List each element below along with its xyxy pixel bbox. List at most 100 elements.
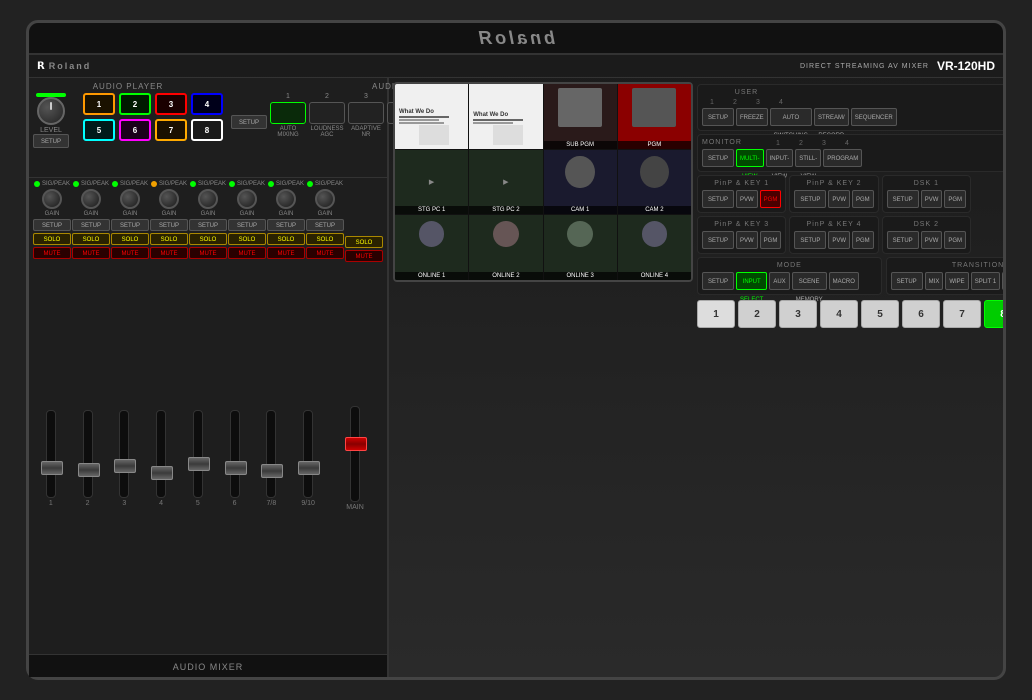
setup-btn-910[interactable]: SETUP — [306, 219, 344, 231]
fader-handle-5[interactable] — [188, 457, 210, 471]
solo-btn-2[interactable]: SOLO — [72, 233, 110, 245]
mode-aux-btn[interactable]: AUX — [769, 272, 789, 290]
pinp2-pgm-btn[interactable]: PGM — [852, 190, 874, 208]
pad-4[interactable]: 4 — [191, 93, 223, 115]
vs-btn-5[interactable]: 5 — [861, 300, 899, 328]
user-setup-btn[interactable]: SETUP — [702, 108, 734, 126]
monitor-multiview-btn[interactable]: MULTI-VIEW — [736, 149, 764, 167]
pinp1-pgm-btn[interactable]: PGM — [760, 190, 782, 208]
transition-split1-btn[interactable]: SPLIT 1 — [971, 272, 1001, 290]
transition-split2-btn[interactable]: SPLIT 2 — [1002, 272, 1003, 290]
pinp4-setup-btn[interactable]: SETUP — [794, 231, 826, 249]
pad-6[interactable]: 6 — [119, 119, 151, 141]
dsk1-setup-btn[interactable]: SETUP — [887, 190, 919, 208]
monitor-stillview-btn[interactable]: STILL-VIEW — [795, 149, 821, 167]
monitor-setup-btn[interactable]: SETUP — [702, 149, 734, 167]
solo-btn-6[interactable]: SOLO — [228, 233, 266, 245]
pinp2-pvw-btn[interactable]: PVW — [828, 190, 850, 208]
pad-1[interactable]: 1 — [83, 93, 115, 115]
vs-btn-1[interactable]: 1 — [697, 300, 735, 328]
fader-handle-6[interactable] — [225, 461, 247, 475]
dsk2-setup-btn[interactable]: SETUP — [887, 231, 919, 249]
user-sequencer-btn[interactable]: SEQUENCER — [851, 108, 897, 126]
fader-handle-main[interactable] — [345, 437, 367, 451]
player-setup-btn[interactable]: SETUP — [33, 134, 69, 148]
gain-knob-3[interactable] — [120, 189, 140, 209]
user-auto-switching-btn[interactable]: AUTOSWITCHING — [770, 108, 812, 126]
gain-knob-5[interactable] — [198, 189, 218, 209]
gain-knob-4[interactable] — [159, 189, 179, 209]
mode-macro-btn[interactable]: MACRO — [829, 272, 859, 290]
gain-knob-78[interactable] — [276, 189, 296, 209]
dsk1-pvw-btn[interactable]: PVW — [921, 190, 943, 208]
gain-knob-2[interactable] — [81, 189, 101, 209]
pad-7[interactable]: 7 — [155, 119, 187, 141]
user-freeze-btn[interactable]: FREEZE — [736, 108, 768, 126]
level-knob[interactable] — [37, 97, 65, 125]
setup-btn-78[interactable]: SETUP — [267, 219, 305, 231]
gain-knob-6[interactable] — [237, 189, 257, 209]
pinp1-pvw-btn[interactable]: PVW — [736, 190, 758, 208]
pad-2[interactable]: 2 — [119, 93, 151, 115]
monitor-program-btn[interactable]: PROGRAM — [823, 149, 862, 167]
vs-btn-7[interactable]: 7 — [943, 300, 981, 328]
transition-wipe-btn[interactable]: WIPE — [945, 272, 968, 290]
setup-btn-3[interactable]: SETUP — [111, 219, 149, 231]
vs-btn-3[interactable]: 3 — [779, 300, 817, 328]
fader-handle-2[interactable] — [78, 463, 100, 477]
setup-btn-1[interactable]: SETUP — [33, 219, 71, 231]
mute-btn-main[interactable]: MUTE — [345, 250, 383, 262]
solo-btn-5[interactable]: SOLO — [189, 233, 227, 245]
solo-btn-3[interactable]: SOLO — [111, 233, 149, 245]
setup-btn-6[interactable]: SETUP — [228, 219, 266, 231]
fader-handle-78[interactable] — [261, 464, 283, 478]
mute-btn-3[interactable]: MUTE — [111, 247, 149, 259]
mute-btn-2[interactable]: MUTE — [72, 247, 110, 259]
gain-knob-1[interactable] — [42, 189, 62, 209]
pad-5[interactable]: 5 — [83, 119, 115, 141]
mode-setup-btn[interactable]: SETUP — [702, 272, 734, 290]
monitor-inputview-btn[interactable]: INPUT-VIEW — [766, 149, 794, 167]
mode-input-select-btn[interactable]: INPUTSELECT — [736, 272, 767, 290]
user-stream-record-btn[interactable]: STREAM/RECORD — [814, 108, 849, 126]
mute-btn-5[interactable]: MUTE — [189, 247, 227, 259]
pinp1-setup-btn[interactable]: SETUP — [702, 190, 734, 208]
solo-btn-4[interactable]: SOLO — [150, 233, 188, 245]
mute-btn-1[interactable]: MUTE — [33, 247, 71, 259]
pad-3[interactable]: 3 — [155, 93, 187, 115]
dsk2-pgm-btn[interactable]: PGM — [944, 231, 966, 249]
fader-handle-3[interactable] — [114, 459, 136, 473]
pad-8[interactable]: 8 — [191, 119, 223, 141]
vs-btn-8[interactable]: 8 — [984, 300, 1003, 328]
effect-setup-btn[interactable]: SETUP — [231, 115, 267, 129]
pinp4-pvw-btn[interactable]: PVW — [828, 231, 850, 249]
fader-handle-910[interactable] — [298, 461, 320, 475]
vs-btn-6[interactable]: 6 — [902, 300, 940, 328]
mute-btn-6[interactable]: MUTE — [228, 247, 266, 259]
dsk1-pgm-btn[interactable]: PGM — [944, 190, 966, 208]
pinp2-setup-btn[interactable]: SETUP — [794, 190, 826, 208]
solo-btn-1[interactable]: SOLO — [33, 233, 71, 245]
pinp4-pgm-btn[interactable]: PGM — [852, 231, 874, 249]
pinp3-pgm-btn[interactable]: PGM — [760, 231, 782, 249]
dsk2-pvw-btn[interactable]: PVW — [921, 231, 943, 249]
effect-btn-adaptive[interactable] — [348, 102, 384, 124]
fader-handle-1[interactable] — [41, 461, 63, 475]
fader-handle-4[interactable] — [151, 466, 173, 480]
solo-btn-910[interactable]: SOLO — [306, 233, 344, 245]
pinp3-pvw-btn[interactable]: PVW — [736, 231, 758, 249]
gain-knob-910[interactable] — [315, 189, 335, 209]
mute-btn-78[interactable]: MUTE — [267, 247, 305, 259]
solo-btn-main[interactable]: SOLO — [345, 236, 383, 248]
solo-btn-78[interactable]: SOLO — [267, 233, 305, 245]
setup-btn-4[interactable]: SETUP — [150, 219, 188, 231]
effect-btn-auto-mixing[interactable] — [270, 102, 306, 124]
vs-btn-2[interactable]: 2 — [738, 300, 776, 328]
pinp3-setup-btn[interactable]: SETUP — [702, 231, 734, 249]
mute-btn-4[interactable]: MUTE — [150, 247, 188, 259]
vs-btn-4[interactable]: 4 — [820, 300, 858, 328]
setup-btn-5[interactable]: SETUP — [189, 219, 227, 231]
setup-btn-2[interactable]: SETUP — [72, 219, 110, 231]
transition-setup-btn[interactable]: SETUP — [891, 272, 923, 290]
effect-btn-loudness[interactable] — [309, 102, 345, 124]
